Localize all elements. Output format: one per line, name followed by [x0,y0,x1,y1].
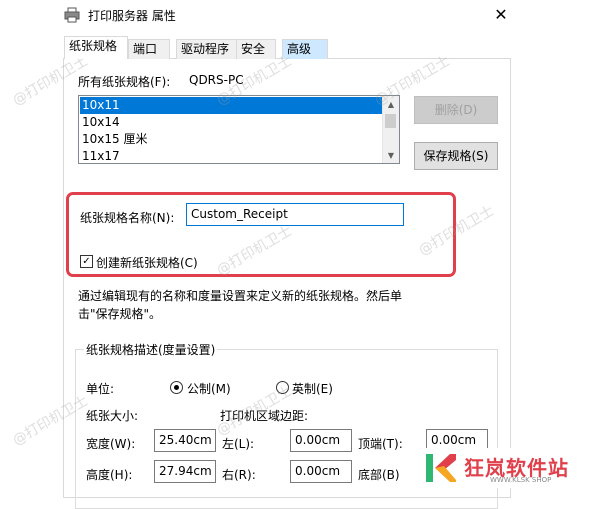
margins-label: 打印机区域边距: [220,409,309,423]
list-scrollbar[interactable]: ▲ ▼ [382,96,399,163]
tab-security-label: 安全 [241,42,266,56]
create-form-label: 创建新纸张规格(C) [96,256,198,270]
units-label: 单位: [86,382,115,396]
scroll-down-icon[interactable]: ▼ [383,147,399,163]
close-icon: ✕ [494,4,508,24]
server-name: QDRS-PC [189,73,244,87]
width-label: 宽度(W): [86,437,136,451]
left-margin-label: 左(L): [222,437,255,451]
tab-drivers-label: 驱动程序 [181,42,230,56]
imperial-radio[interactable] [276,381,289,394]
tab-advanced-label: 高级 [287,42,312,56]
groupbox-title: 纸张规格描述(度量设置) [84,341,218,358]
tab-forms-label: 纸张规格 [69,39,118,53]
width-input[interactable]: 25.40cm [154,429,216,452]
list-item[interactable]: 10x11 [80,97,383,114]
form-name-label: 纸张规格名称(N): [80,211,175,225]
list-item[interactable]: 10x14 [80,114,383,131]
form-name-input[interactable]: Custom_Receipt [186,203,404,226]
right-margin-input[interactable]: 0.00cm [290,460,352,483]
tab-ports-label: 端口 [133,42,158,56]
paper-size-label: 纸张大小: [86,409,139,423]
bottom-margin-label: 底部(B) [358,468,400,482]
create-form-checkbox[interactable]: ✓ [80,255,93,268]
delete-button[interactable]: 删除(D) [414,96,498,124]
tab-advanced[interactable]: 高级 [282,39,328,59]
k-logo-icon [426,454,456,482]
logo-subtext: WWW.KLSK SHOP [490,476,552,484]
list-item[interactable]: 10x15 厘米 [80,131,383,148]
height-label: 高度(H): [86,468,133,482]
scroll-up-icon[interactable]: ▲ [383,96,399,112]
tab-forms[interactable]: 纸张规格 [64,36,128,59]
all-forms-label: 所有纸张规格(F): [78,75,171,89]
tab-drivers[interactable]: 驱动程序 [176,39,242,59]
forms-list[interactable]: 10x11 10x14 10x15 厘米 11x17 ▲ ▼ [78,95,400,164]
site-logo: 狂岚软件站 WWW.KLSK SHOP [420,448,600,488]
tab-ports[interactable]: 端口 [128,39,170,59]
save-form-button[interactable]: 保存规格(S) [414,142,498,170]
window-title: 打印服务器 属性 [88,9,176,23]
left-margin-input[interactable]: 0.00cm [290,429,352,452]
right-margin-label: 右(R): [222,468,256,482]
tab-security[interactable]: 安全 [236,39,276,59]
top-margin-label: 顶端(T): [358,437,403,451]
height-input[interactable]: 27.94cm [154,460,216,483]
printer-icon [64,7,80,23]
scroll-thumb[interactable] [385,114,396,128]
metric-radio[interactable] [170,381,183,394]
imperial-label: 英制(E) [292,382,333,396]
metric-label: 公制(M) [187,382,231,396]
list-item[interactable]: 11x17 [80,148,383,163]
close-button[interactable]: ✕ [478,0,524,28]
description-text: 通过编辑现有的名称和度量设置来定义新的纸张规格。然后单击"保存规格"。 [78,289,403,321]
title-bar: 打印服务器 属性 ✕ [0,0,600,30]
